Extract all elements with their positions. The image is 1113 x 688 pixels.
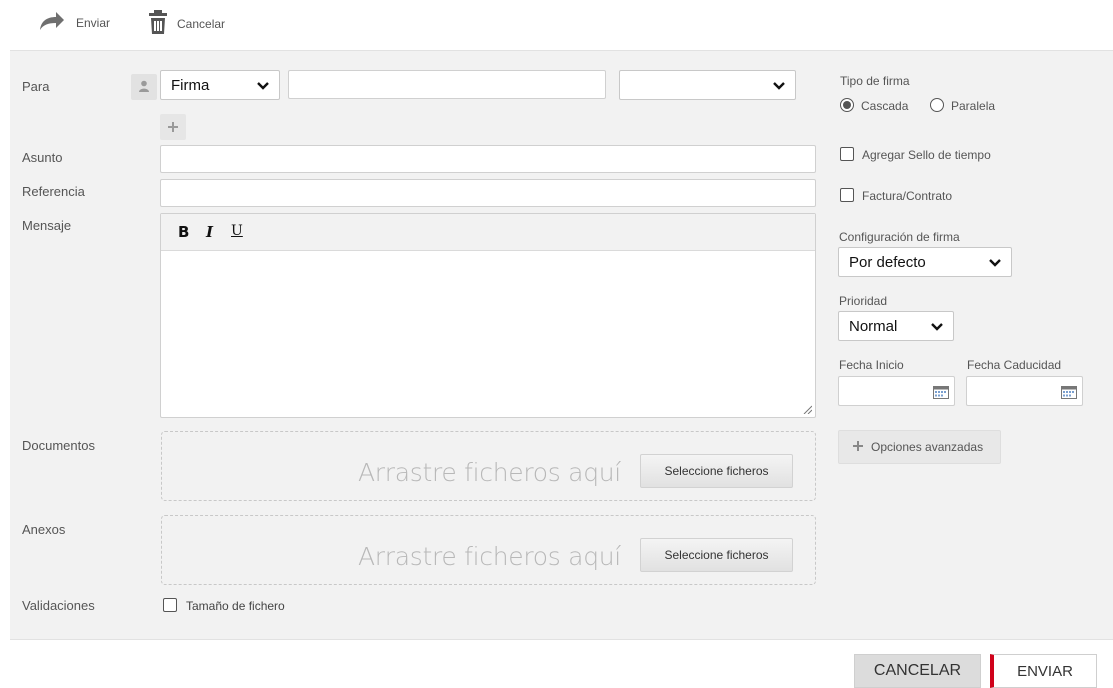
- expiry-date-input[interactable]: [966, 376, 1083, 406]
- timestamp-label: Agregar Sello de tiempo: [862, 148, 991, 162]
- advanced-options-label: Opciones avanzadas: [871, 440, 984, 454]
- reference-input[interactable]: [160, 179, 816, 207]
- chevron-down-icon: [989, 259, 1001, 267]
- plus-icon: [853, 440, 863, 454]
- documents-drop-text: Arrastre ficheros aquí: [358, 458, 621, 487]
- attachments-drop-text: Arrastre ficheros aquí: [358, 542, 621, 571]
- chevron-down-icon: [257, 82, 269, 90]
- priority-label: Prioridad: [839, 294, 888, 308]
- start-date-label: Fecha Inicio: [839, 358, 904, 372]
- send-button[interactable]: ENVIAR: [990, 654, 1097, 688]
- recipient-input[interactable]: [288, 70, 606, 99]
- underline-button[interactable]: U: [231, 223, 243, 239]
- recipient-type-value: Firma: [171, 76, 210, 94]
- documents-label: Documentos: [22, 438, 95, 453]
- signature-config-value: Por defecto: [849, 253, 926, 271]
- italic-button[interactable]: I: [206, 223, 213, 241]
- expiry-date-label: Fecha Caducidad: [967, 358, 1062, 372]
- message-textarea[interactable]: [165, 252, 811, 413]
- message-label: Mensaje: [22, 218, 72, 233]
- editor-toolbar: B I U: [161, 214, 815, 251]
- cascade-label: Cascada: [861, 99, 909, 113]
- documents-select-files-button[interactable]: Seleccione ficheros: [640, 454, 793, 488]
- toolbar-send-label: Enviar: [76, 15, 111, 30]
- invoice-contract-label: Factura/Contrato: [862, 189, 953, 203]
- calendar-icon[interactable]: [933, 386, 949, 399]
- parallel-radio[interactable]: [930, 98, 944, 112]
- message-editor: B I U: [160, 213, 816, 418]
- attachments-label: Anexos: [22, 522, 66, 537]
- cascade-radio[interactable]: [840, 98, 854, 112]
- attachments-select-files-button[interactable]: Seleccione ficheros: [640, 538, 793, 572]
- contact-picker-button[interactable]: [131, 74, 157, 100]
- to-label: Para: [22, 79, 50, 94]
- priority-value: Normal: [849, 317, 898, 335]
- toolbar-send-button[interactable]: Enviar: [36, 10, 110, 35]
- timestamp-checkbox[interactable]: [840, 147, 854, 161]
- cancel-button[interactable]: CANCELAR: [854, 654, 981, 688]
- file-size-label: Tamaño de fichero: [186, 599, 285, 613]
- chevron-down-icon: [773, 82, 785, 90]
- signature-config-select[interactable]: Por defecto: [838, 247, 1012, 277]
- recipient-type-select[interactable]: Firma: [160, 70, 280, 100]
- toolbar-cancel-button[interactable]: Cancelar: [149, 10, 225, 37]
- advanced-options-button[interactable]: Opciones avanzadas: [838, 430, 1001, 464]
- plus-icon: [168, 120, 178, 135]
- person-icon: [138, 80, 150, 95]
- toolbar-cancel-label: Cancelar: [177, 16, 226, 31]
- subject-input[interactable]: [160, 145, 816, 173]
- attachments-dropzone[interactable]: Arrastre ficheros aquí Seleccione ficher…: [161, 515, 816, 585]
- forward-arrow-icon: [36, 10, 66, 35]
- file-size-checkbox[interactable]: [163, 598, 177, 612]
- recipient-option-select[interactable]: [619, 70, 796, 100]
- add-recipient-button[interactable]: [160, 114, 186, 140]
- reference-label: Referencia: [22, 184, 85, 199]
- signature-config-label: Configuración de firma: [839, 230, 960, 244]
- trash-icon: [149, 10, 167, 37]
- validations-label: Validaciones: [22, 598, 95, 613]
- bold-button[interactable]: B: [178, 223, 189, 241]
- documents-dropzone[interactable]: Arrastre ficheros aquí Seleccione ficher…: [161, 431, 816, 501]
- subject-label: Asunto: [22, 150, 63, 165]
- invoice-contract-checkbox[interactable]: [840, 188, 854, 202]
- parallel-label: Paralela: [951, 99, 996, 113]
- priority-select[interactable]: Normal: [838, 311, 954, 341]
- top-toolbar: Enviar Cancelar: [0, 0, 1113, 50]
- chevron-down-icon: [931, 323, 943, 331]
- signature-type-label: Tipo de firma: [840, 74, 910, 88]
- start-date-input[interactable]: [838, 376, 955, 406]
- calendar-icon[interactable]: [1061, 386, 1077, 399]
- resize-handle-icon[interactable]: [802, 404, 812, 414]
